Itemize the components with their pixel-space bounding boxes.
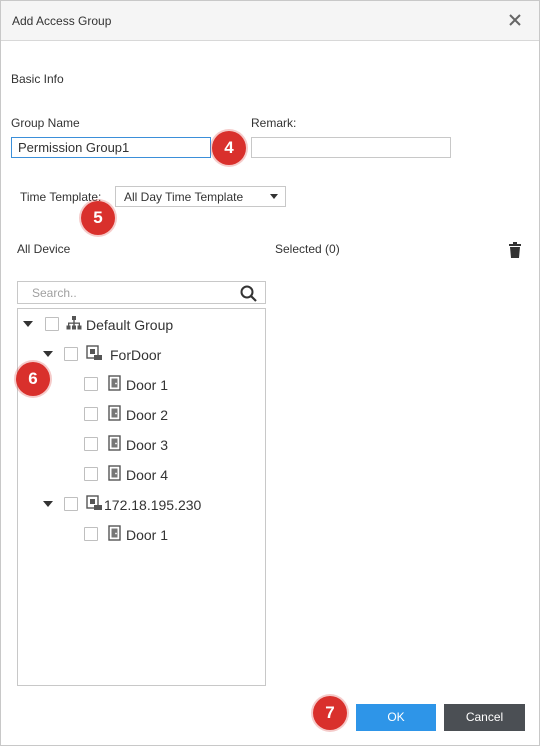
group-name-input[interactable] (11, 137, 211, 158)
search-icon[interactable] (240, 285, 257, 302)
dialog-titlebar: Add Access Group (1, 1, 539, 41)
tree-node-label: Door 4 (126, 467, 169, 483)
expand-arrow-icon[interactable] (43, 501, 53, 507)
org-tree-icon (66, 316, 82, 330)
tree-node-door[interactable]: Door 4 (18, 464, 265, 486)
tree-node-door[interactable]: Door 1 (18, 374, 265, 396)
tree-node-door[interactable]: Door 2 (18, 404, 265, 426)
device-icon (86, 495, 102, 510)
group-name-label: Group Name (11, 116, 80, 130)
selected-devices-panel (275, 278, 525, 686)
tree-checkbox[interactable] (64, 497, 78, 511)
selected-count-label: Selected (0) (275, 242, 340, 256)
tree-checkbox[interactable] (84, 437, 98, 451)
tree-node-label: Door 3 (126, 437, 169, 453)
callout-badge-4: 4 (212, 131, 246, 165)
callout-badge-5: 5 (81, 201, 115, 235)
tree-node-label: 172.18.195.230 (104, 497, 202, 513)
trash-icon[interactable] (508, 242, 522, 258)
door-icon (108, 435, 121, 451)
remark-label: Remark: (251, 116, 297, 130)
callout-badge-6: 6 (16, 362, 50, 396)
tree-node-default-group[interactable]: Default Group (18, 314, 265, 336)
dialog-title: Add Access Group (12, 14, 112, 28)
device-icon (86, 345, 102, 360)
door-icon (108, 405, 121, 421)
tree-checkbox[interactable] (64, 347, 78, 361)
tree-checkbox[interactable] (84, 527, 98, 541)
time-template-select[interactable]: All Day Time Template (115, 186, 286, 207)
all-device-label: All Device (17, 242, 71, 256)
time-template-label: Time Template: (20, 190, 102, 204)
add-access-group-dialog: Add Access Group Basic Info Group Name R… (0, 0, 540, 746)
tree-node-device[interactable]: ForDoor (18, 344, 265, 366)
tree-node-label: Door 1 (126, 377, 169, 393)
tree-node-device[interactable]: 172.18.195.230 (18, 494, 265, 516)
tree-checkbox[interactable] (84, 467, 98, 481)
door-icon (108, 375, 121, 391)
door-icon (108, 525, 121, 541)
tree-checkbox[interactable] (45, 317, 59, 331)
tree-node-label: Default Group (86, 317, 174, 333)
basic-info-heading: Basic Info (11, 72, 64, 86)
close-icon[interactable] (506, 11, 524, 29)
door-icon (108, 465, 121, 481)
tree-node-label: Door 2 (126, 407, 169, 423)
tree-node-label: ForDoor (110, 347, 162, 363)
tree-node-door[interactable]: Door 3 (18, 434, 265, 456)
chevron-down-icon (270, 194, 278, 199)
expand-arrow-icon[interactable] (23, 321, 33, 327)
remark-input[interactable] (251, 137, 451, 158)
device-search-input[interactable] (18, 282, 238, 303)
ok-button[interactable]: OK (356, 704, 436, 731)
cancel-button[interactable]: Cancel (444, 704, 525, 731)
tree-checkbox[interactable] (84, 407, 98, 421)
expand-arrow-icon[interactable] (43, 351, 53, 357)
tree-node-door[interactable]: Door 1 (18, 524, 265, 546)
device-tree: Default Group ForDoor Door 1 Door 2 Door… (17, 308, 266, 686)
time-template-value: All Day Time Template (124, 190, 244, 204)
tree-node-label: Door 1 (126, 527, 169, 543)
tree-checkbox[interactable] (84, 377, 98, 391)
device-search-box (17, 281, 266, 304)
callout-badge-7: 7 (313, 696, 347, 730)
